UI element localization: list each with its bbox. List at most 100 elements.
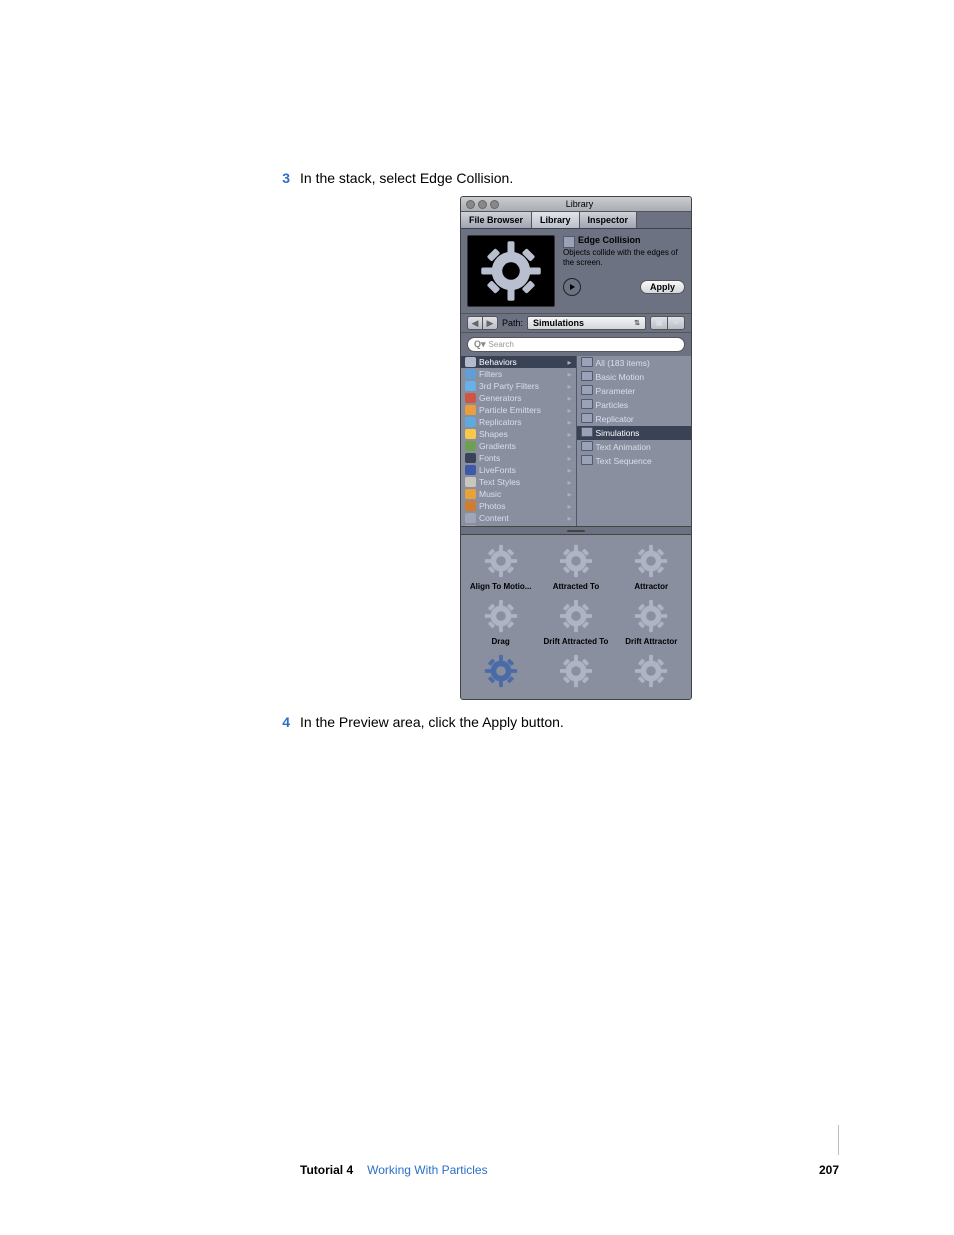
chevron-right-icon: ▸ <box>567 526 571 527</box>
item-label: Attracted To <box>539 582 612 591</box>
folder-icon <box>581 399 593 411</box>
category-icon <box>465 429 476 439</box>
preview-thumbnail <box>467 235 555 307</box>
nav-forward-button[interactable]: ▶ <box>482 317 497 329</box>
folder-row[interactable]: Text Sequence <box>577 454 692 468</box>
category-row[interactable]: Fonts▸ <box>461 452 576 464</box>
category-row[interactable]: Gradients▸ <box>461 440 576 452</box>
gear-icon <box>482 652 520 690</box>
folder-column[interactable]: All (183 items)Basic Motion Parameter Part… <box>576 356 692 526</box>
play-button[interactable] <box>563 278 581 296</box>
gear-icon <box>557 542 595 580</box>
behavior-item[interactable]: Align To Motio... <box>463 539 538 594</box>
category-row[interactable]: Replicators▸ <box>461 416 576 428</box>
view-list-button[interactable]: ≡ <box>667 317 684 329</box>
folder-row[interactable]: Text Animation <box>577 440 692 454</box>
category-row[interactable]: Content ▸ <box>461 512 576 524</box>
nav-back-button[interactable]: ◀ <box>468 317 482 329</box>
behavior-item[interactable]: Attracted To <box>538 539 613 594</box>
pane-divider-handle[interactable] <box>461 526 691 535</box>
behavior-item[interactable]: Drift Attractor <box>614 594 689 649</box>
category-row[interactable]: Favorites▸ <box>461 524 576 526</box>
category-label: Replicators <box>479 417 522 427</box>
behavior-item[interactable] <box>538 649 613 695</box>
content-area: 3 In the stack, select Edge Collision. L… <box>270 170 844 730</box>
folder-row[interactable]: Basic Motion <box>577 370 692 384</box>
folder-label: Text Animation <box>596 442 651 452</box>
step-3: 3 In the stack, select Edge Collision. <box>270 170 844 186</box>
category-row[interactable]: Music▸ <box>461 488 576 500</box>
zoom-icon[interactable] <box>490 200 499 209</box>
items-grid[interactable]: Align To Motio...Attracted ToAttractor Dr… <box>461 535 691 699</box>
behavior-item[interactable]: Drag <box>463 594 538 649</box>
tab-file-browser[interactable]: File Browser <box>461 212 532 228</box>
item-label: Align To Motio... <box>464 582 537 591</box>
item-label: Drift Attracted To <box>539 637 612 646</box>
folder-row[interactable]: Simulations <box>577 426 692 440</box>
category-label: Gradients <box>479 441 516 451</box>
folder-icon <box>581 413 593 425</box>
category-label: Photos <box>479 501 505 511</box>
chevron-right-icon: ▸ <box>567 454 571 463</box>
category-row[interactable]: 3rd Party Filters▸ <box>461 380 576 392</box>
close-icon[interactable] <box>466 200 475 209</box>
category-label: Filters <box>479 369 502 379</box>
folder-row[interactable]: Particles <box>577 398 692 412</box>
category-row[interactable]: Shapes▸ <box>461 428 576 440</box>
behavior-item[interactable] <box>463 649 538 695</box>
item-label: Attractor <box>615 582 688 591</box>
category-column[interactable]: Behaviors▸Filters▸3rd Party Filters▸Gene… <box>461 356 576 526</box>
tab-library[interactable]: Library <box>532 212 580 228</box>
behavior-icon <box>563 236 575 248</box>
folder-row[interactable]: All (183 items) <box>577 356 692 370</box>
gear-icon <box>632 652 670 690</box>
chevron-right-icon: ▸ <box>567 490 571 499</box>
minimize-icon[interactable] <box>478 200 487 209</box>
footer-tutorial: Tutorial 4 <box>300 1163 353 1177</box>
category-row[interactable]: Generators▸ <box>461 392 576 404</box>
item-label: Drift Attractor <box>615 637 688 646</box>
category-icon <box>465 357 476 367</box>
category-row[interactable]: Particle Emitters▸ <box>461 404 576 416</box>
folder-label: Particles <box>596 400 629 410</box>
category-row[interactable]: Filters ▸ <box>461 368 576 380</box>
category-row[interactable]: Behaviors▸ <box>461 356 576 368</box>
step-number: 3 <box>270 170 290 186</box>
category-label: Shapes <box>479 429 508 439</box>
footer-page-number: 207 <box>819 1163 839 1177</box>
folder-icon <box>581 385 593 397</box>
nav-segment: ◀ ▶ <box>467 316 498 330</box>
category-row[interactable]: Text Styles▸ <box>461 476 576 488</box>
category-row[interactable]: Photos▸ <box>461 500 576 512</box>
page-footer: Tutorial 4 Working With Particles 207 <box>0 1163 954 1177</box>
folder-row[interactable]: Replicator <box>577 412 692 426</box>
category-label: Content <box>479 513 509 523</box>
view-icons-button[interactable]: ▦ <box>651 317 667 329</box>
category-icon <box>465 417 476 427</box>
path-value: Simulations <box>533 318 584 328</box>
traffic-lights <box>461 200 504 209</box>
footer-rule <box>838 1125 839 1155</box>
gear-icon <box>632 542 670 580</box>
folder-label: Parameter <box>596 386 636 396</box>
preview-name: Edge Collision <box>578 235 641 245</box>
tab-inspector[interactable]: Inspector <box>580 212 638 228</box>
window-title: Library <box>504 199 655 209</box>
path-dropdown[interactable]: Simulations ⇅ <box>527 316 646 330</box>
chevron-right-icon: ▸ <box>567 514 571 523</box>
window-titlebar: Library <box>461 197 691 212</box>
path-label: Path: <box>502 318 523 328</box>
behavior-item[interactable]: Drift Attracted To <box>538 594 613 649</box>
apply-button[interactable]: Apply <box>640 280 685 294</box>
category-icon <box>465 381 476 391</box>
chevron-right-icon: ▸ <box>567 370 571 379</box>
behavior-item[interactable]: Attractor <box>614 539 689 594</box>
category-row[interactable]: LiveFonts▸ <box>461 464 576 476</box>
folder-icon <box>581 371 593 383</box>
search-input[interactable]: Q▾ Search <box>467 337 685 352</box>
preview-description: Objects collide with the edges of the sc… <box>563 248 685 268</box>
behavior-item[interactable] <box>614 649 689 695</box>
gear-icon <box>482 542 520 580</box>
chevron-right-icon: ▸ <box>567 358 571 367</box>
folder-row[interactable]: Parameter <box>577 384 692 398</box>
